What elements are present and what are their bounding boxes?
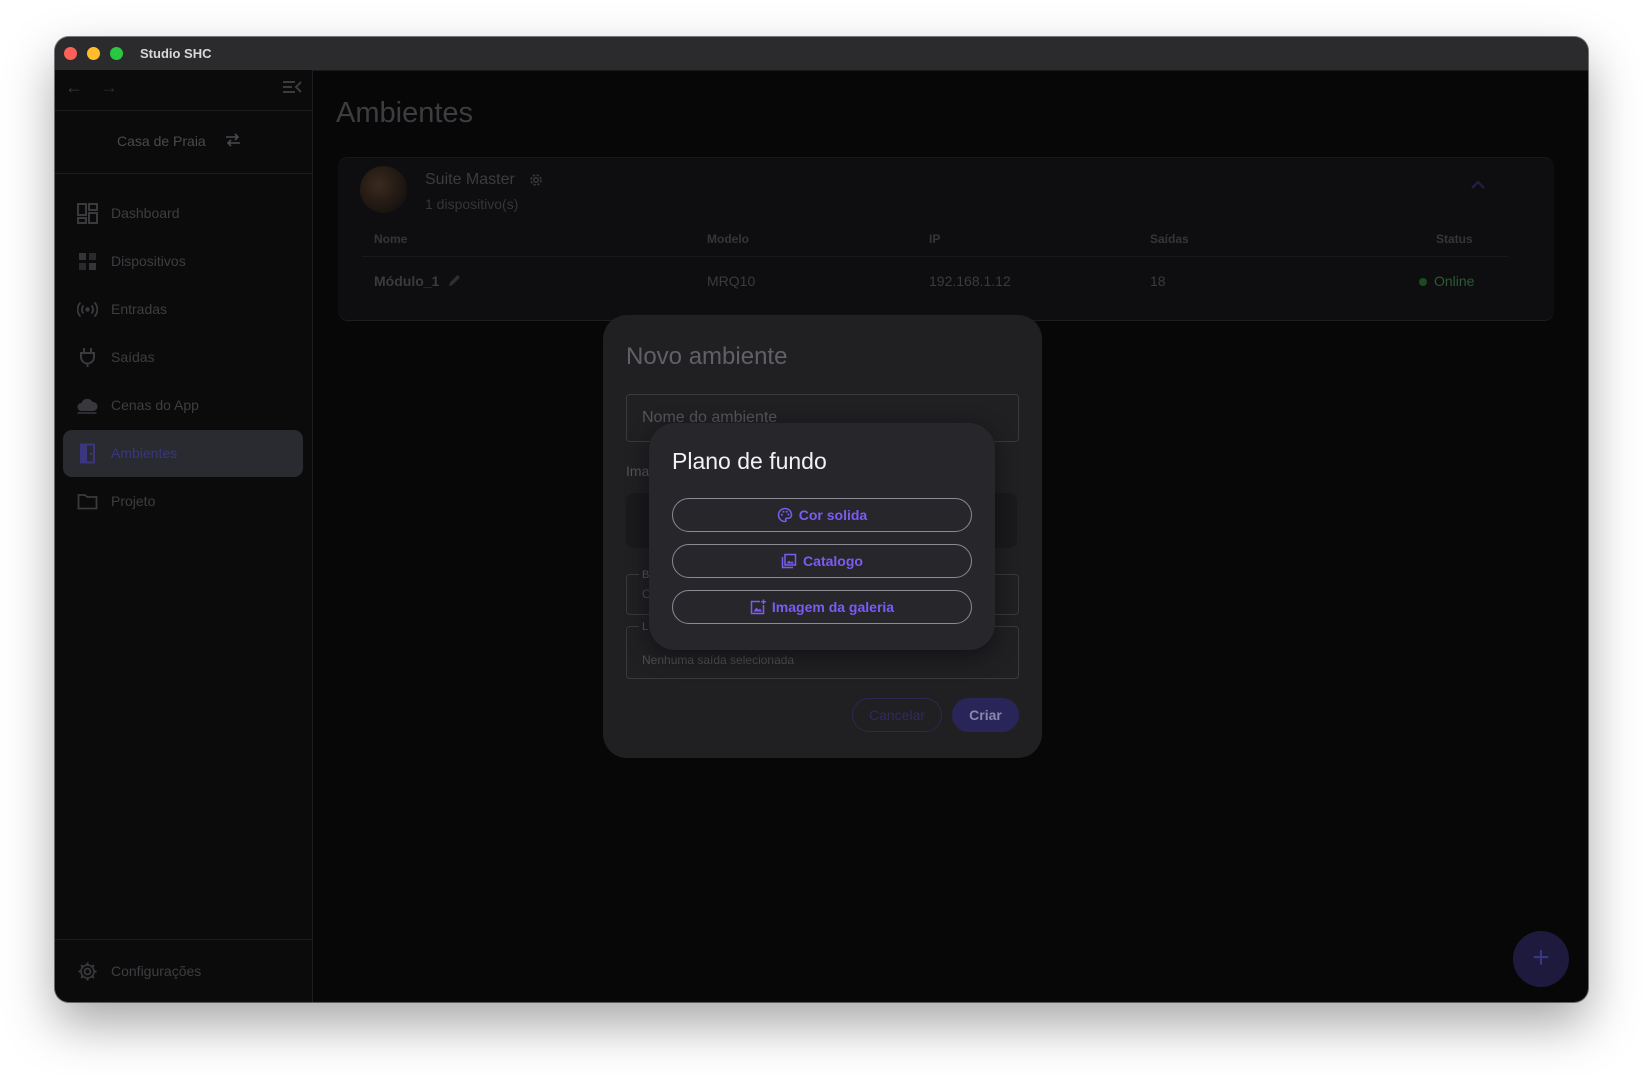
maximize-window-button[interactable] bbox=[110, 47, 123, 60]
page-title: Ambientes bbox=[336, 97, 474, 129]
window-title: Studio SHC bbox=[140, 46, 212, 61]
device-outputs: 18 bbox=[1150, 273, 1166, 289]
collapse-sidebar-icon[interactable] bbox=[282, 79, 302, 95]
plug-icon bbox=[80, 348, 95, 367]
sidebar-item-ambientes[interactable]: Ambientes bbox=[63, 430, 303, 477]
sidebar-item-dispositivos[interactable]: Dispositivos bbox=[63, 238, 303, 285]
forward-arrow-icon[interactable]: → bbox=[100, 77, 118, 98]
column-header-nome: Nome bbox=[374, 232, 408, 246]
chevron-up-icon[interactable] bbox=[1470, 180, 1486, 190]
plus-icon: + bbox=[1532, 941, 1550, 974]
gallery-image-button[interactable]: Imagem da galeria bbox=[672, 590, 972, 624]
palette-icon bbox=[777, 507, 793, 523]
dialog-title: Plano de fundo bbox=[672, 448, 827, 474]
column-header-ip: IP bbox=[929, 232, 941, 246]
sidebar: ← → Casa de Praia Dashboard Dispositivos… bbox=[55, 70, 313, 1002]
dashboard-icon bbox=[77, 203, 98, 224]
sidebar-item-saidas[interactable]: Saídas bbox=[63, 334, 303, 381]
dialog-title: Novo ambiente bbox=[626, 343, 788, 370]
sidebar-item-projeto[interactable]: Projeto bbox=[63, 478, 303, 525]
status-dot bbox=[1419, 278, 1427, 286]
room-avatar bbox=[360, 166, 407, 213]
sidebar-item-label: Configurações bbox=[111, 963, 202, 979]
add-room-button[interactable]: + bbox=[1513, 931, 1569, 987]
sidebar-item-dashboard[interactable]: Dashboard bbox=[63, 190, 303, 237]
column-header-saidas: Saídas bbox=[1150, 232, 1189, 246]
column-header-modelo: Modelo bbox=[707, 232, 749, 246]
solid-color-button[interactable]: Cor solida bbox=[672, 498, 972, 532]
sidebar-item-label: Projeto bbox=[111, 493, 156, 509]
swap-icon[interactable] bbox=[224, 132, 242, 148]
pencil-icon[interactable] bbox=[448, 274, 461, 287]
image-section-label: Ima bbox=[626, 463, 650, 479]
broadcast-icon bbox=[77, 301, 98, 318]
device-name: Módulo_1 bbox=[374, 273, 440, 289]
background-dialog: Plano de fundo Cor solida Catalogo Image… bbox=[649, 423, 995, 650]
project-selector[interactable]: Casa de Praia bbox=[55, 110, 312, 174]
sidebar-item-label: Dispositivos bbox=[111, 253, 186, 269]
folder-icon bbox=[77, 494, 98, 510]
create-button[interactable]: Criar bbox=[952, 698, 1019, 732]
option-label: Cor solida bbox=[798, 507, 868, 523]
sidebar-item-configuracoes[interactable]: Configurações bbox=[55, 939, 312, 1002]
add-photo-icon bbox=[750, 599, 766, 615]
device-status: Online bbox=[1434, 273, 1475, 289]
project-name: Casa de Praia bbox=[117, 133, 206, 149]
column-header-status: Status bbox=[1436, 232, 1473, 246]
title-bar: Studio SHC bbox=[55, 37, 1588, 71]
room-card[interactable]: Suite Master 1 dispositivo(s) Nome Model… bbox=[338, 157, 1554, 321]
room-device-count: 1 dispositivo(s) bbox=[425, 196, 519, 212]
sidebar-item-label: Ambientes bbox=[111, 445, 178, 461]
catalog-button[interactable]: Catalogo bbox=[672, 544, 972, 578]
divider bbox=[362, 256, 1508, 257]
cancel-button[interactable]: Cancelar bbox=[852, 698, 942, 732]
devices-icon bbox=[79, 253, 96, 270]
option-label: Catalogo bbox=[803, 553, 863, 569]
sidebar-item-label: Dashboard bbox=[111, 205, 180, 221]
close-window-button[interactable] bbox=[64, 47, 77, 60]
sidebar-item-label: Entradas bbox=[111, 301, 168, 317]
sidebar-item-entradas[interactable]: Entradas bbox=[63, 286, 303, 333]
device-model: MRQ10 bbox=[707, 273, 756, 289]
gear-icon bbox=[78, 962, 97, 981]
sidebar-item-label: Cenas do App bbox=[111, 397, 199, 413]
gear-icon[interactable] bbox=[528, 172, 544, 188]
option-label: Imagem da galeria bbox=[771, 599, 895, 615]
cloud-icon bbox=[77, 398, 98, 414]
nav-toolbar: ← → bbox=[55, 70, 312, 111]
back-arrow-icon[interactable]: ← bbox=[65, 77, 83, 98]
minimize-window-button[interactable] bbox=[87, 47, 100, 60]
room-name: Suite Master bbox=[425, 171, 515, 188]
sidebar-item-label: Saídas bbox=[111, 349, 155, 365]
outputs-field-value: Nenhuma saída selecionada bbox=[642, 653, 795, 667]
image-library-icon bbox=[781, 553, 797, 569]
device-ip: 192.168.1.12 bbox=[929, 273, 1011, 289]
door-icon bbox=[80, 443, 95, 464]
sidebar-item-cenas[interactable]: Cenas do App bbox=[63, 382, 303, 429]
